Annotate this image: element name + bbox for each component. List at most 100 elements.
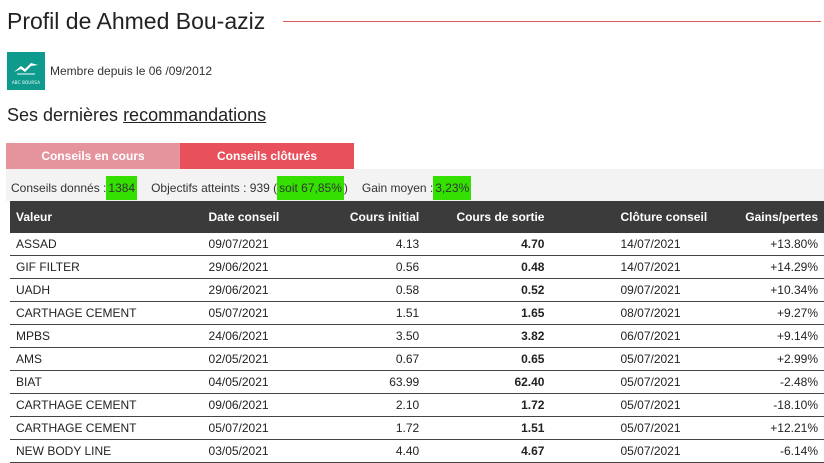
cell-cours-sortie: 0.52 [425, 278, 551, 302]
table-row[interactable]: AMS 02/05/2021 0.67 0.65 05/07/2021 +2.99% [10, 347, 824, 371]
logo-text: ABC BOURSA [11, 80, 41, 85]
cell-gains-pertes: +9.27% [739, 301, 824, 325]
header-cours-sortie[interactable]: Cours de sortie [425, 201, 551, 233]
gain-label: Gain moyen : [361, 181, 434, 195]
cell-cloture-conseil: 14/07/2021 [550, 255, 740, 279]
title-divider [283, 20, 821, 22]
table-row[interactable]: BIAT 04/05/2021 63.99 62.40 05/07/2021 -2.48% [10, 370, 824, 394]
cell-gains-pertes: +10.34% [739, 278, 824, 302]
achieved-close: ) [343, 181, 348, 195]
table-row[interactable]: MPBS 24/06/2021 3.50 3.82 06/07/2021 +9.14% [10, 324, 824, 348]
cell-cloture-conseil: 05/07/2021 [550, 370, 740, 394]
table-row[interactable]: CARTHAGE CEMENT 09/06/2021 2.10 1.72 05/07/2… [10, 393, 824, 417]
cell-date-conseil: 05/07/2021 [194, 301, 321, 325]
cell-cloture-conseil: 05/07/2021 [550, 393, 740, 417]
cell-cours-initial: 1.72 [320, 416, 426, 440]
table-row[interactable]: UADH 29/06/2021 0.58 0.52 09/07/2021 +10.34% [10, 278, 824, 302]
cell-gains-pertes: +12.21% [739, 416, 824, 440]
cell-date-conseil: 04/05/2021 [194, 370, 321, 394]
tab-bar: Conseils en cours Conseils clôturés [6, 143, 354, 169]
header-valeur[interactable]: Valeur [10, 201, 195, 233]
table-row[interactable]: NEW BODY LINE 03/05/2021 4.40 4.67 05/07/202… [10, 439, 824, 463]
cell-cours-initial: 4.13 [320, 233, 426, 256]
cell-cours-initial: 1.51 [320, 301, 426, 325]
cell-cours-initial: 0.58 [320, 278, 426, 302]
tab-conseils-clotures[interactable]: Conseils clôturés [180, 143, 354, 169]
page-header: Profil de Ahmed Bou-aziz [7, 6, 821, 36]
cell-cours-sortie: 1.72 [425, 393, 551, 417]
cell-cours-initial: 2.10 [320, 393, 426, 417]
cell-cloture-conseil: 14/07/2021 [550, 233, 740, 256]
cell-cours-sortie: 1.65 [425, 301, 551, 325]
header-date-conseil[interactable]: Date conseil [194, 201, 321, 233]
header-gains-pertes[interactable]: Gains/pertes [739, 201, 824, 233]
cell-date-conseil: 05/07/2021 [194, 416, 321, 440]
given-label: Conseils donnés : [11, 181, 107, 195]
cell-cours-sortie: 1.51 [425, 416, 551, 440]
achieved-label: Objectifs atteints : 939 ( [151, 181, 278, 195]
cell-cours-initial: 0.67 [320, 347, 426, 371]
cell-valeur: MPBS [10, 324, 195, 348]
cell-gains-pertes: +2.99% [739, 347, 824, 371]
cell-valeur: BIAT [10, 370, 195, 394]
recommandations-link[interactable]: recommandations [123, 105, 266, 125]
tab-conseils-en-cours[interactable]: Conseils en cours [6, 143, 180, 169]
cell-cloture-conseil: 05/07/2021 [550, 347, 740, 371]
cell-cloture-conseil: 05/07/2021 [550, 439, 740, 463]
cell-date-conseil: 29/06/2021 [194, 255, 321, 279]
section-title: Ses dernières recommandations [7, 105, 266, 126]
cell-valeur: UADH [10, 278, 195, 302]
cell-valeur: CARTHAGE CEMENT [10, 416, 195, 440]
cell-cours-sortie: 4.67 [425, 439, 551, 463]
member-info: ABC BOURSA Membre depuis le 06 /09/2012 [7, 52, 212, 90]
cell-cloture-conseil: 08/07/2021 [550, 301, 740, 325]
cell-gains-pertes: +14.29% [739, 255, 824, 279]
cell-cours-sortie: 3.82 [425, 324, 551, 348]
summary-stats: Conseils donnés : 1384 Objectifs atteint… [11, 176, 472, 200]
member-since: Membre depuis le 06 /09/2012 [50, 64, 213, 78]
abc-bourse-logo: ABC BOURSA [7, 52, 45, 90]
cell-date-conseil: 02/05/2021 [194, 347, 321, 371]
cell-date-conseil: 29/06/2021 [194, 278, 321, 302]
cell-cours-initial: 4.40 [320, 439, 426, 463]
header-cloture-conseil[interactable]: Clôture conseil [550, 201, 740, 233]
cell-cours-initial: 63.99 [320, 370, 426, 394]
cell-valeur: GIF FILTER [10, 255, 195, 279]
cell-cours-sortie: 0.65 [425, 347, 551, 371]
cell-cours-sortie: 0.48 [425, 255, 551, 279]
cell-valeur: ASSAD [10, 233, 195, 256]
cell-date-conseil: 24/06/2021 [194, 324, 321, 348]
gain-value: 3,23% [433, 176, 472, 200]
cell-cours-sortie: 62.40 [425, 370, 551, 394]
cell-valeur: CARTHAGE CEMENT [10, 301, 195, 325]
cell-date-conseil: 03/05/2021 [194, 439, 321, 463]
table-row[interactable]: ASSAD 09/07/2021 4.13 4.70 14/07/2021 +13.80% [10, 233, 824, 256]
page-title: Profil de Ahmed Bou-aziz [7, 7, 266, 34]
table-row[interactable]: GIF FILTER 29/06/2021 0.56 0.48 14/07/2021 +1… [10, 255, 824, 279]
cell-gains-pertes: +13.80% [739, 233, 824, 256]
cell-date-conseil: 09/07/2021 [194, 233, 321, 256]
cell-valeur: NEW BODY LINE [10, 439, 195, 463]
cell-date-conseil: 09/06/2021 [194, 393, 321, 417]
cell-gains-pertes: -18.10% [739, 393, 824, 417]
cell-cloture-conseil: 06/07/2021 [550, 324, 740, 348]
cell-cours-sortie: 4.70 [425, 233, 551, 256]
achieved-value: soit 67,85% [277, 176, 344, 200]
recommendations-table: Valeur Date conseil Cours initial Cours … [10, 201, 824, 463]
cell-gains-pertes: -6.14% [739, 439, 824, 463]
cell-valeur: CARTHAGE CEMENT [10, 393, 195, 417]
cell-gains-pertes: -2.48% [739, 370, 824, 394]
bird-logo-icon [14, 63, 38, 75]
cell-cloture-conseil: 09/07/2021 [550, 278, 740, 302]
section-title-prefix: Ses dernières [7, 105, 124, 125]
header-cours-initial[interactable]: Cours initial [320, 201, 426, 233]
table-row[interactable]: CARTHAGE CEMENT 05/07/2021 1.51 1.65 08/07/2… [10, 301, 824, 325]
table-row[interactable]: CARTHAGE CEMENT 05/07/2021 1.72 1.51 05/07/2… [10, 416, 824, 440]
cell-cloture-conseil: 05/07/2021 [550, 416, 740, 440]
cell-gains-pertes: +9.14% [739, 324, 824, 348]
table-header-row: Valeur Date conseil Cours initial Cours … [10, 201, 824, 233]
cell-valeur: AMS [10, 347, 195, 371]
given-value: 1384 [106, 176, 138, 200]
cell-cours-initial: 3.50 [320, 324, 426, 348]
cell-cours-initial: 0.56 [320, 255, 426, 279]
